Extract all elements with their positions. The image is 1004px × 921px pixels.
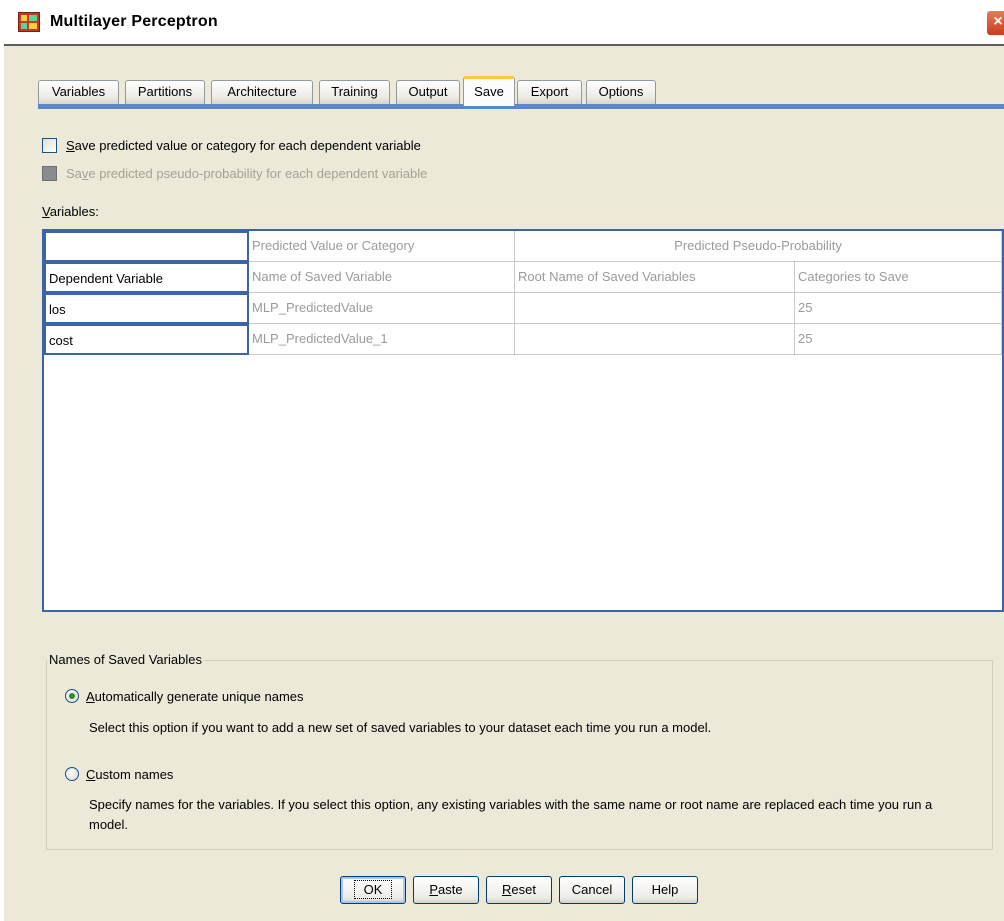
close-button[interactable]: × <box>986 10 1004 36</box>
tab-architecture[interactable]: Architecture <box>211 80 313 104</box>
header-predicted-value: Predicted Value or Category <box>249 231 515 262</box>
row-cost-root-name[interactable] <box>515 324 795 355</box>
row-cost-variable: cost <box>44 324 249 355</box>
tab-variables[interactable]: Variables <box>38 80 119 104</box>
help-button[interactable]: Help <box>632 876 698 904</box>
row-los-categories[interactable]: 25 <box>795 293 1002 324</box>
variables-table[interactable]: Predicted Value or Category Predicted Ps… <box>42 229 1004 612</box>
row-los-variable: los <box>44 293 249 324</box>
save-predicted-value-label: Save predicted value or category for eac… <box>66 137 421 153</box>
close-icon: × <box>993 13 1003 30</box>
save-pseudo-probability-checkbox[interactable] <box>42 165 57 181</box>
table-corner-cell <box>44 231 249 262</box>
row-cost-saved-name[interactable]: MLP_PredictedValue_1 <box>249 324 515 355</box>
custom-names-label: Custom names <box>86 766 174 782</box>
paste-button[interactable]: Paste <box>413 876 479 904</box>
variables-label: Variables: <box>42 204 99 219</box>
header-dependent-variable: Dependent Variable <box>44 262 249 293</box>
group-legend: Names of Saved Variables <box>47 652 204 667</box>
reset-button[interactable]: Reset <box>486 876 552 904</box>
custom-names-description: Specify names for the variables. If you … <box>89 797 933 832</box>
tab-panel-rule <box>38 104 1004 109</box>
row-los-root-name[interactable] <box>515 293 795 324</box>
ok-button[interactable]: OK <box>340 876 406 904</box>
auto-names-description: Select this option if you want to add a … <box>89 720 712 735</box>
window-title: Multilayer Perceptron <box>50 13 218 30</box>
header-pseudo-probability: Predicted Pseudo-Probability <box>515 231 1002 262</box>
tab-output[interactable]: Output <box>396 80 460 104</box>
auto-names-label: Automatically generate unique names <box>86 688 304 704</box>
row-los-saved-name[interactable]: MLP_PredictedValue <box>249 293 515 324</box>
cancel-button[interactable]: Cancel <box>559 876 625 904</box>
tab-options[interactable]: Options <box>586 80 656 104</box>
tab-export[interactable]: Export <box>517 80 582 104</box>
save-pseudo-probability-option[interactable]: Save predicted pseudo-probability for ea… <box>42 164 427 182</box>
names-of-saved-variables-group: Names of Saved Variables Automatically g… <box>46 652 993 850</box>
title-bar: Multilayer Perceptron × <box>4 0 1004 46</box>
save-predicted-value-checkbox[interactable] <box>42 137 57 153</box>
auto-names-radio[interactable] <box>65 689 79 703</box>
row-cost-categories[interactable]: 25 <box>795 324 1002 355</box>
tab-save[interactable]: Save <box>463 76 515 106</box>
header-categories-to-save: Categories to Save <box>795 262 1002 293</box>
header-name-of-saved-variable: Name of Saved Variable <box>249 262 515 293</box>
dialog-window: Multilayer Perceptron × Variables Partit… <box>0 0 1004 921</box>
header-root-name: Root Name of Saved Variables <box>515 262 795 293</box>
custom-names-option[interactable]: Custom names <box>65 765 173 783</box>
save-predicted-value-option[interactable]: Save predicted value or category for eac… <box>42 136 421 154</box>
tab-partitions[interactable]: Partitions <box>125 80 205 104</box>
spss-table-icon <box>18 12 40 32</box>
custom-names-radio[interactable] <box>65 767 79 781</box>
tab-training[interactable]: Training <box>319 80 390 104</box>
auto-names-option[interactable]: Automatically generate unique names <box>65 687 304 705</box>
save-pseudo-probability-label: Save predicted pseudo-probability for ea… <box>66 165 428 181</box>
